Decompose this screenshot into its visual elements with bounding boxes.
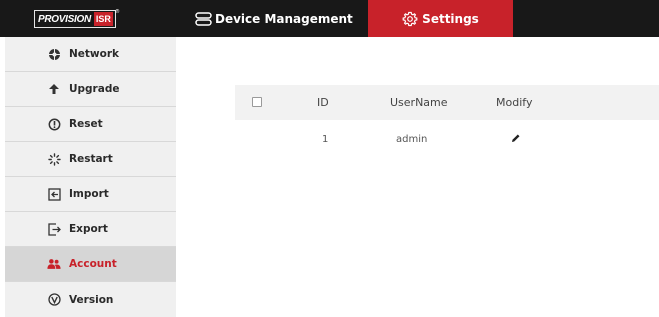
sidebar-item-reset[interactable]: Reset — [5, 107, 176, 142]
restart-spinner-icon — [47, 152, 61, 166]
sidebar-item-label: Upgrade — [69, 83, 120, 95]
sidebar-item-label: Reset — [69, 118, 103, 130]
modify-button[interactable] — [511, 133, 521, 145]
reset-icon — [47, 117, 61, 131]
sidebar-item-export[interactable]: Export — [5, 212, 176, 247]
top-bar: PROVISION ISR ® Device Management Settin… — [0, 0, 659, 37]
sidebar-item-upgrade[interactable]: Upgrade — [5, 72, 176, 107]
sidebar-item-network[interactable]: Network — [5, 37, 176, 72]
sidebar-item-restart[interactable]: Restart — [5, 142, 176, 177]
sidebar-item-label: Account — [69, 258, 117, 270]
sidebar-item-label: Export — [69, 223, 108, 235]
account-table-header: ID UserName Modify — [235, 85, 659, 120]
sidebar-item-label: Restart — [69, 153, 113, 165]
nav-device-management-label: Device Management — [215, 11, 353, 26]
sidebar-item-label: Import — [69, 188, 109, 200]
version-icon — [47, 293, 61, 307]
upgrade-arrow-icon — [47, 82, 61, 96]
sidebar-item-import[interactable]: Import — [5, 177, 176, 212]
nav-settings[interactable]: Settings — [368, 0, 513, 37]
sidebar-item-label: Version — [69, 293, 114, 306]
pencil-icon — [512, 134, 520, 142]
column-header-username: UserName — [390, 96, 448, 109]
cell-id: 1 — [322, 134, 329, 145]
cell-username: admin — [396, 134, 428, 145]
sidebar-item-label: Network — [69, 48, 120, 60]
logo-registered-mark: ® — [114, 9, 120, 15]
server-icon — [195, 11, 212, 26]
gear-icon — [402, 11, 418, 26]
logo-text: PROVISION — [38, 13, 91, 25]
network-icon — [47, 47, 61, 61]
table-row: 1 admin — [235, 120, 659, 160]
select-all-checkbox[interactable] — [252, 97, 262, 107]
nav-device-management[interactable]: Device Management — [195, 0, 353, 37]
import-icon — [47, 187, 61, 201]
sidebar: Network Upgrade Reset Restart Import Exp… — [5, 37, 176, 317]
sidebar-item-account[interactable]: Account — [5, 247, 176, 282]
nav-settings-label: Settings — [422, 11, 479, 26]
sidebar-item-version[interactable]: Version — [5, 282, 176, 317]
provision-isr-logo: PROVISION ISR ® — [34, 9, 120, 28]
export-icon — [47, 222, 61, 236]
column-header-modify: Modify — [496, 96, 533, 109]
column-header-id: ID — [317, 96, 329, 109]
logo-badge: ISR — [93, 12, 113, 26]
account-users-icon — [47, 257, 61, 271]
